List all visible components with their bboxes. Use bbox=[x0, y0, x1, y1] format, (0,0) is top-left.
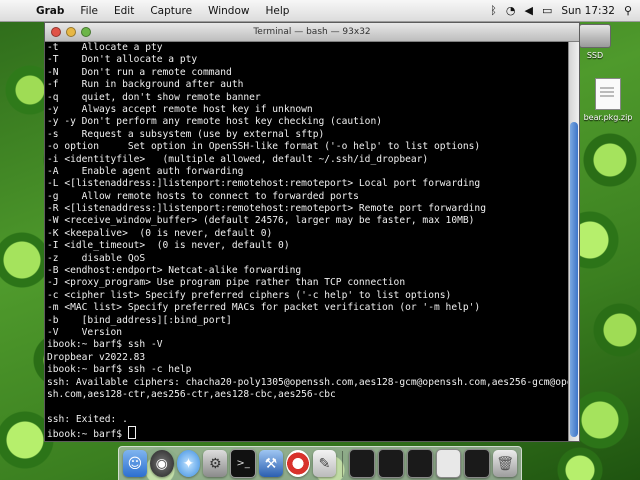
terminal-line: -L <[listenaddress:]listenport:remotehos… bbox=[47, 178, 481, 190]
window-1-icon[interactable] bbox=[349, 449, 376, 478]
preview-icon[interactable]: ✎ bbox=[312, 450, 337, 477]
system-preferences-icon[interactable]: ⚙ bbox=[203, 450, 228, 477]
dock: ☺ ◉ ✦ ⚙ >_ ⚒ ✎ 🗑 bbox=[118, 446, 522, 480]
terminal-line: -b [bind_address][:bind_port] bbox=[47, 314, 232, 326]
window-3-icon[interactable] bbox=[406, 449, 433, 478]
window-2-icon[interactable] bbox=[378, 449, 404, 478]
terminal-icon[interactable]: >_ bbox=[230, 449, 256, 478]
terminal-line: -K <keepalive> (0 is never, default 0) bbox=[47, 227, 273, 239]
terminal-line: -A Enable agent auth forwarding bbox=[47, 165, 244, 177]
menu-extras: ᛒ ◔ ◀ ▭ Sun 17:32 ⚲ bbox=[490, 4, 640, 17]
terminal-line: ssh: Exited: . bbox=[47, 413, 128, 425]
terminal-line: -m <MAC list> Specify preferred MACs for… bbox=[47, 302, 481, 314]
terminal-line: -s Request a subsystem (use by external … bbox=[47, 128, 325, 140]
wifi-icon[interactable]: ◔ bbox=[506, 4, 516, 17]
ssd-drive-icon[interactable]: SSD bbox=[578, 24, 612, 60]
terminal-window: Terminal — bash — 93x32 -t Allocate a pt… bbox=[44, 22, 580, 442]
terminal-line: -V Version bbox=[47, 326, 123, 338]
terminal-line: -o option Set option in OpenSSH-like for… bbox=[47, 141, 481, 153]
window-titlebar[interactable]: Terminal — bash — 93x32 bbox=[45, 23, 579, 42]
terminal-line: -B <endhost:endport> Netcat-alike forwar… bbox=[47, 265, 302, 277]
finder-icon[interactable]: ☺ bbox=[123, 450, 147, 477]
terminal-line: -I <idle_timeout> (0 is never, default 0… bbox=[47, 240, 290, 252]
terminal-line: -c <cipher list> Specify preferred ciphe… bbox=[47, 289, 452, 301]
terminal-line: -q quiet, don't show remote banner bbox=[47, 91, 261, 103]
vertical-scrollbar[interactable] bbox=[568, 42, 579, 441]
window-controls bbox=[51, 27, 91, 37]
window-5-icon[interactable] bbox=[464, 449, 491, 478]
terminal-line: ibook:~ barf$ ssh -V bbox=[47, 339, 163, 351]
terminal-line: ssh: Available ciphers: chacha20-poly130… bbox=[47, 376, 569, 388]
bluetooth-icon[interactable]: ᛒ bbox=[490, 4, 497, 17]
xcode-icon[interactable]: ⚒ bbox=[258, 450, 283, 477]
battery-icon[interactable]: ▭ bbox=[542, 4, 552, 17]
terminal-line: -t Allocate a pty bbox=[47, 42, 163, 53]
spotlight-icon[interactable]: ⚲ bbox=[624, 4, 632, 17]
ssd-label: SSD bbox=[586, 51, 604, 60]
terminal-line: -g Allow remote hosts to connect to forw… bbox=[47, 190, 359, 202]
menu-bar: Grab File Edit Capture Window Help ᛒ ◔ ◀… bbox=[0, 0, 640, 22]
menu-grab[interactable]: Grab bbox=[28, 0, 72, 22]
terminal-cursor bbox=[127, 426, 136, 440]
menu-window[interactable]: Window bbox=[200, 0, 257, 22]
zoom-button[interactable] bbox=[81, 27, 91, 37]
trash-icon[interactable]: 🗑 bbox=[493, 450, 518, 477]
terminal-line: -y Always accept remote host key if unkn… bbox=[47, 103, 313, 115]
terminal-line: -f Run in background after auth bbox=[47, 79, 244, 91]
close-button[interactable] bbox=[51, 27, 61, 37]
volume-icon[interactable]: ◀ bbox=[524, 4, 532, 17]
terminal-line: -W <receive_window_buffer> (default 2457… bbox=[47, 215, 475, 227]
window-4-icon[interactable] bbox=[435, 449, 462, 478]
menu-clock[interactable]: Sun 17:32 bbox=[561, 5, 615, 17]
zip-file-icon[interactable]: bear.pkg.zip bbox=[582, 78, 634, 122]
terminal-line: -R <[listenaddress:]listenport:remotehos… bbox=[47, 203, 486, 215]
menu-edit[interactable]: Edit bbox=[106, 0, 142, 22]
scrollbar-thumb[interactable] bbox=[570, 121, 578, 437]
terminal-line: ibook:~ barf$ bbox=[47, 426, 569, 440]
hard-drive-icon bbox=[579, 24, 611, 48]
terminal-line: -N Don't run a remote command bbox=[47, 66, 232, 78]
menu-help[interactable]: Help bbox=[257, 0, 297, 22]
dock-separator bbox=[342, 450, 344, 477]
terminal-line: -T Don't allocate a pty bbox=[47, 54, 198, 66]
window-title: Terminal — bash — 93x32 bbox=[253, 27, 371, 37]
menu-file[interactable]: File bbox=[72, 0, 106, 22]
terminal-line: -z disable QoS bbox=[47, 252, 146, 264]
terminal-line: -J <proxy_program> Use program pipe rath… bbox=[47, 277, 406, 289]
terminal-line: -i <identityfile> (multiple allowed, def… bbox=[47, 153, 429, 165]
zip-file-label: bear.pkg.zip bbox=[583, 113, 633, 122]
minimize-button[interactable] bbox=[66, 27, 76, 37]
menu-capture[interactable]: Capture bbox=[142, 0, 200, 22]
terminal-line: sh.com,aes128-ctr,aes256-ctr,aes128-cbc,… bbox=[47, 388, 336, 400]
terminal-line: -y -y Don't perform any remote host key … bbox=[47, 116, 383, 128]
lifesaver-icon[interactable] bbox=[285, 450, 310, 477]
terminal-line: ibook:~ barf$ ssh -c help bbox=[47, 364, 192, 376]
document-icon bbox=[595, 78, 621, 110]
dashboard-icon[interactable]: ◉ bbox=[149, 450, 174, 477]
terminal-line: Dropbear v2022.83 bbox=[47, 351, 146, 363]
safari-icon[interactable]: ✦ bbox=[176, 450, 201, 477]
terminal-output[interactable]: -t Allocate a pty -T Don't allocate a pty… bbox=[45, 42, 569, 441]
